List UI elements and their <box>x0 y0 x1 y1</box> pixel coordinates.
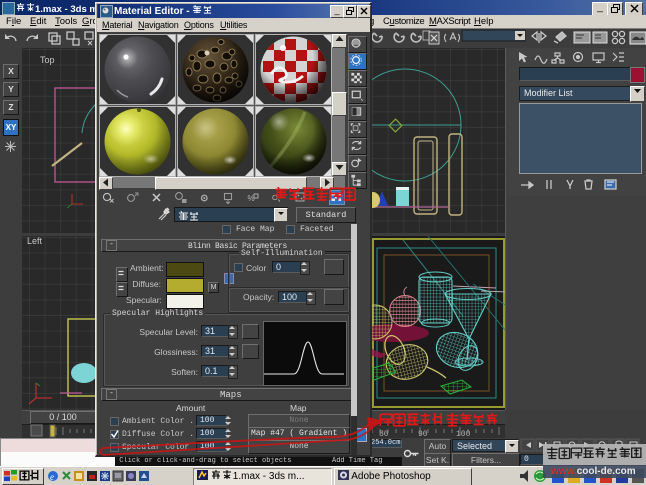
svg-text:90: 90 <box>418 430 428 438</box>
svg-text:e: e <box>50 472 54 482</box>
svg-text:100: 100 <box>456 430 471 438</box>
